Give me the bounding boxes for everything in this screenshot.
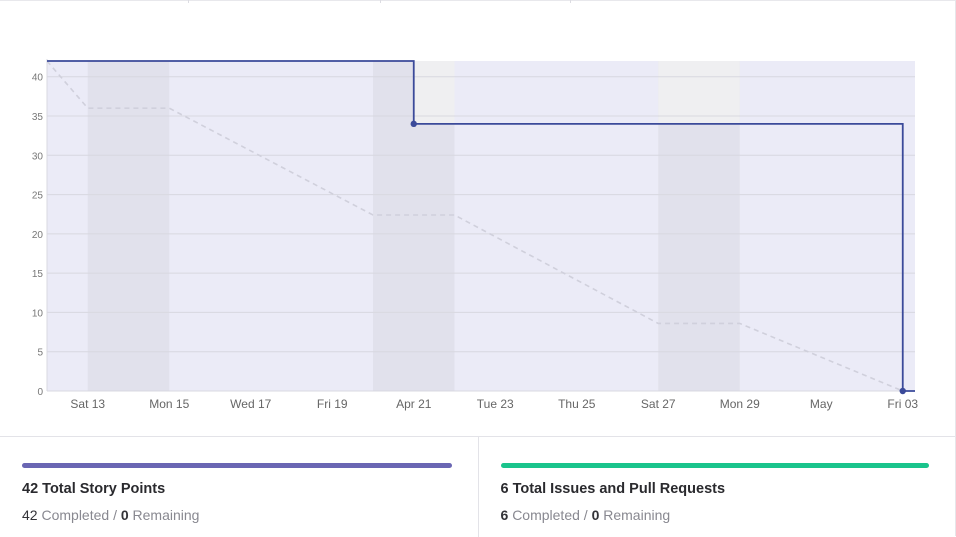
data-point-marker <box>899 387 906 395</box>
y-tick-label: 10 <box>32 308 44 319</box>
remaining-count: 0 <box>591 507 600 523</box>
separator: / <box>113 507 117 523</box>
x-tick-label: Mon 29 <box>720 397 760 411</box>
x-tick-label: Sat 13 <box>70 397 105 411</box>
y-tick-label: 25 <box>32 191 44 202</box>
y-tick-label: 40 <box>32 73 44 84</box>
x-tick-label: Apr 21 <box>396 397 432 411</box>
x-tick-label: Fri 03 <box>887 397 918 411</box>
completed-count: 42 <box>22 507 38 523</box>
data-point-marker <box>410 120 417 128</box>
remaining-count: 0 <box>120 507 129 523</box>
y-tick-label: 0 <box>37 387 43 398</box>
story-points-title: 42 Total Story Points <box>22 481 166 497</box>
separator: / <box>583 507 588 523</box>
x-tick-label: May <box>810 397 833 411</box>
completed-label: Completed <box>512 507 580 523</box>
y-tick-label: 35 <box>32 112 44 123</box>
weekend-band-top <box>413 61 455 124</box>
weekend-band <box>87 61 170 391</box>
stats-row: 42 Total Story Points 42 Completed / 0 R… <box>0 436 955 537</box>
issues-progress-bar <box>500 463 929 468</box>
x-tick-label: Fri 19 <box>317 397 348 411</box>
issues-card: 6 Total Issues and Pull Requests 6 Compl… <box>477 437 956 537</box>
y-tick-label: 30 <box>32 151 44 162</box>
x-tick-label: Tue 23 <box>477 397 514 411</box>
story-points-card: 42 Total Story Points 42 Completed / 0 R… <box>0 437 478 537</box>
x-tick-label: Mon 15 <box>149 397 189 411</box>
completed-label: Completed <box>41 507 110 523</box>
remaining-label: Remaining <box>132 507 200 523</box>
plot-background <box>47 61 915 391</box>
issues-title: 6 Total Issues and Pull Requests <box>500 481 726 497</box>
y-tick-label: 15 <box>32 269 44 280</box>
remaining-label: Remaining <box>603 507 671 523</box>
story-points-progress-bar <box>22 463 452 468</box>
issues-summary: 6 Completed / 0 Remaining <box>501 507 671 523</box>
x-tick-label: Sat 27 <box>641 397 676 411</box>
y-tick-label: 20 <box>32 230 44 241</box>
y-tick-label: 5 <box>37 348 43 359</box>
completed-count: 6 <box>500 507 509 523</box>
story-points-summary: 42 Completed / 0 Remaining <box>22 507 199 523</box>
weekend-band-top <box>658 61 740 124</box>
burndown-chart: 0 5 10 15 20 25 30 35 40 Sat 13 Mon 15 Wed 17 Fri 19… <box>32 59 918 411</box>
x-tick-label: Thu 25 <box>558 397 596 411</box>
x-tick-label: Wed 17 <box>230 397 271 411</box>
